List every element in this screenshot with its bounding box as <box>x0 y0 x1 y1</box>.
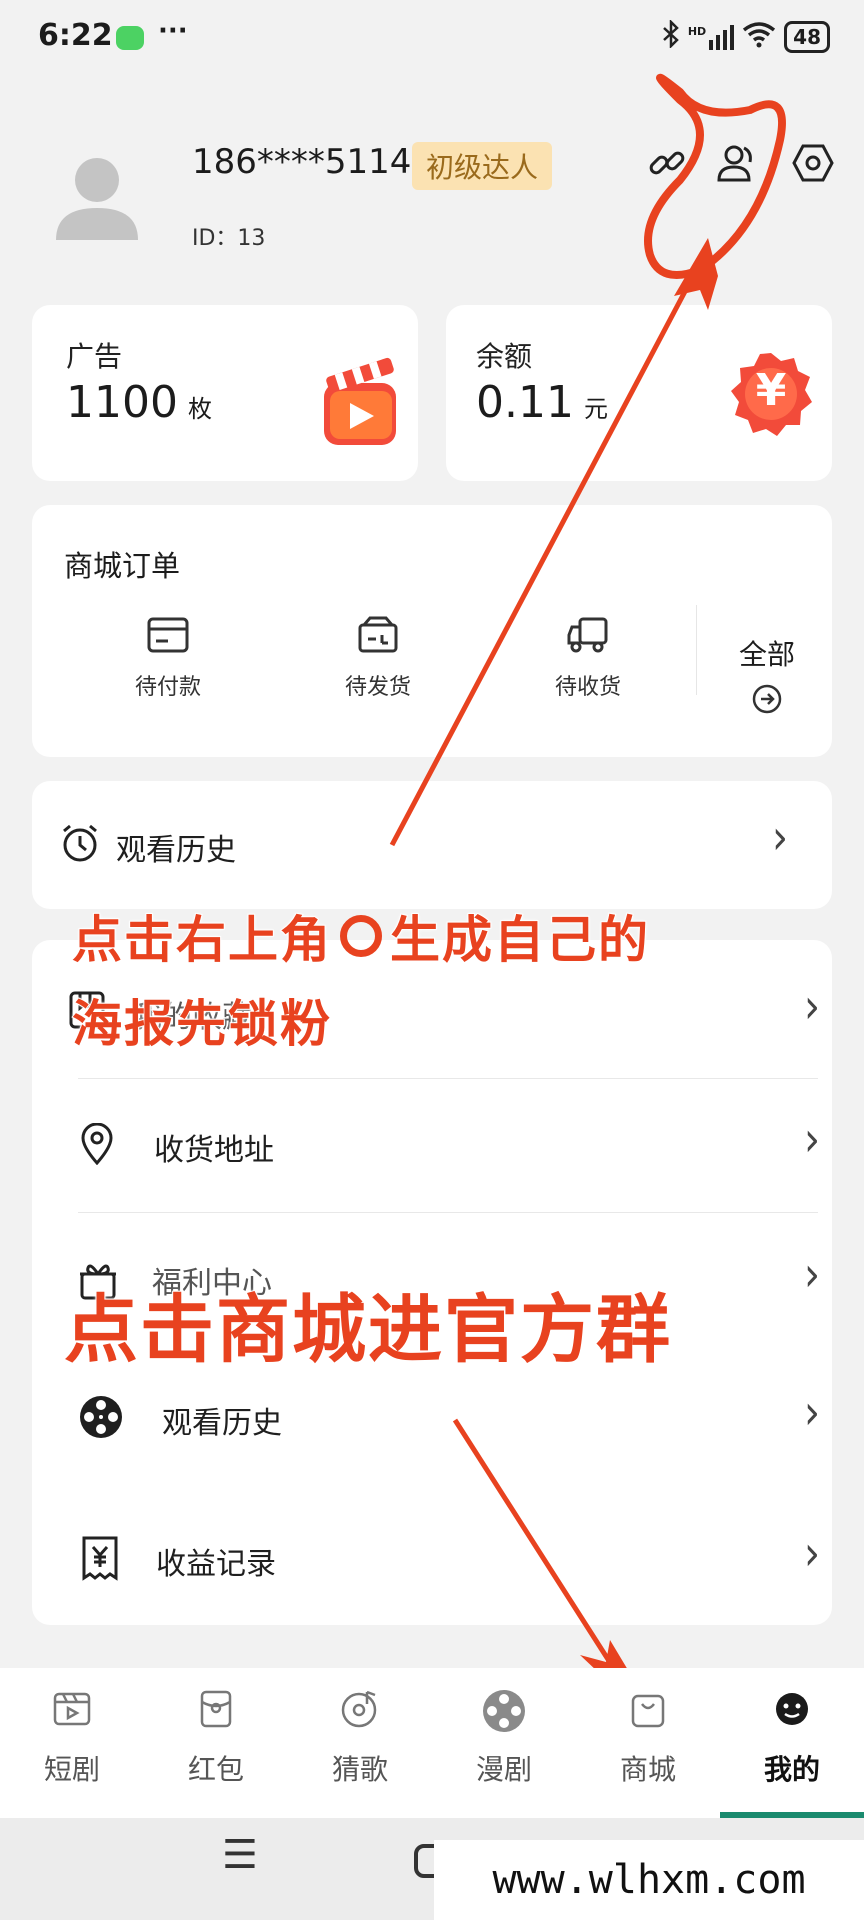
tab-label: 商城 <box>619 1753 676 1786</box>
tab-label: 猜歌 <box>331 1753 388 1786</box>
tab-guess-song[interactable]: 猜歌 <box>288 1688 432 1788</box>
annotation-top-line1: 点击右上角 生成自己的 <box>71 900 650 972</box>
bottom-tab-bar: 短剧 红包 猜歌 漫剧 商城 我的 <box>0 1668 864 1818</box>
tab-label: 短剧 <box>43 1753 100 1786</box>
tab-comic-drama[interactable]: 漫剧 <box>432 1688 576 1788</box>
tab-label: 我的 <box>763 1753 820 1786</box>
tab-short-drama[interactable]: 短剧 <box>0 1688 144 1788</box>
annotation-circle-glyph <box>340 915 382 957</box>
watermark: www.wlhxm.com <box>434 1840 864 1920</box>
annotation-top-line2: 海报先锁粉 <box>71 994 332 1054</box>
annotation-text: 生成自己的 <box>389 910 650 970</box>
tab-red-packet[interactable]: 红包 <box>144 1688 288 1788</box>
smiley-face-icon <box>776 1693 808 1725</box>
music-disc-icon <box>341 1690 377 1728</box>
menu-nav-button[interactable]: ☰ <box>222 1832 258 1878</box>
annotation-circle <box>644 73 786 279</box>
shopping-bag-icon <box>631 1694 665 1728</box>
red-packet-icon <box>200 1690 232 1728</box>
tab-mall[interactable]: 商城 <box>576 1688 720 1788</box>
annotation-arrow-down <box>452 1418 621 1677</box>
tab-mine[interactable]: 我的 <box>720 1688 864 1788</box>
video-icon <box>53 1692 91 1726</box>
film-reel-icon <box>483 1690 525 1732</box>
tab-label: 红包 <box>187 1753 244 1786</box>
tab-label: 漫剧 <box>475 1753 532 1786</box>
annotation-text: 点击右上角 <box>71 910 332 970</box>
annotation-arrow-up <box>389 280 693 847</box>
annotation-bottom: 点击商城进官方群 <box>63 1286 672 1374</box>
